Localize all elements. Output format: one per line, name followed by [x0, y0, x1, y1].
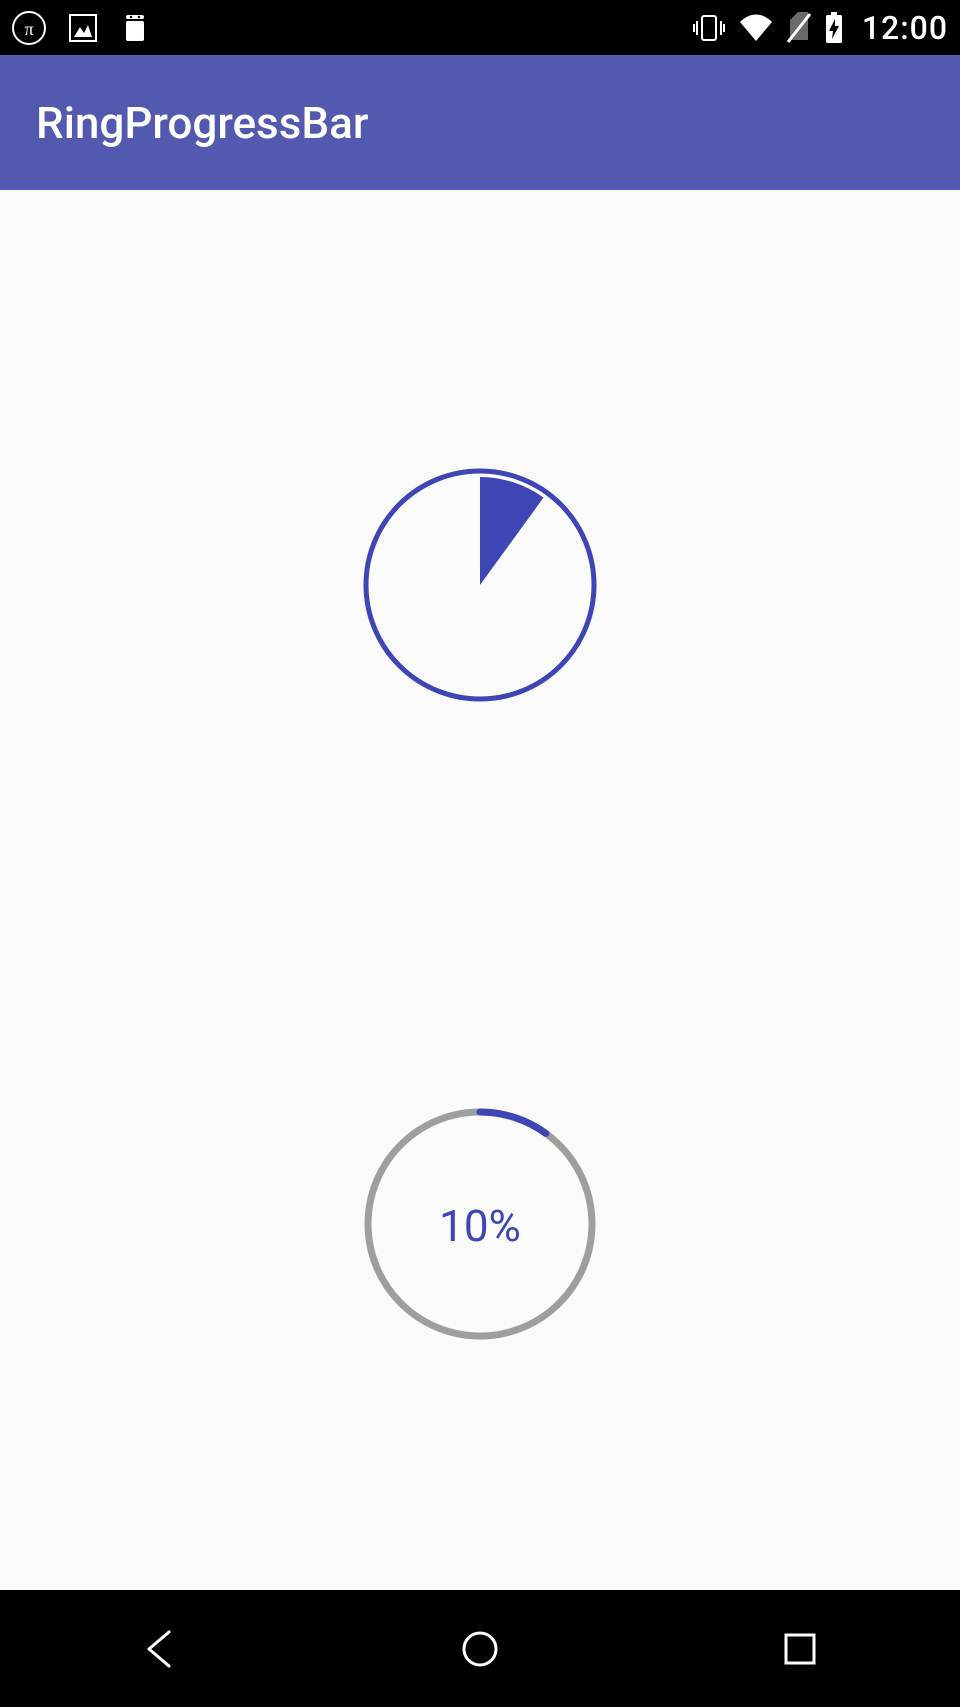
ring-progress-label: 10% — [439, 1200, 521, 1252]
pi-icon: π — [12, 11, 46, 45]
pie-progress-svg — [363, 468, 597, 702]
ring-progress-circle: 10% — [363, 1107, 597, 1345]
app-title: RingProgressBar — [36, 97, 368, 149]
android-icon — [120, 11, 150, 45]
recent-icon — [775, 1624, 825, 1674]
ring-progress-pie — [363, 468, 597, 706]
status-bar-left: π — [12, 11, 150, 45]
no-sim-icon — [786, 12, 812, 44]
nav-home-button[interactable] — [390, 1590, 570, 1707]
status-time: 12:00 — [862, 9, 948, 47]
nav-recent-button[interactable] — [710, 1590, 890, 1707]
nav-back-button[interactable] — [70, 1590, 250, 1707]
wifi-icon — [738, 13, 774, 43]
gallery-icon — [68, 13, 98, 43]
vibrate-icon — [692, 13, 726, 43]
home-icon — [455, 1624, 505, 1674]
back-icon — [135, 1624, 185, 1674]
status-bar-right: 12:00 — [692, 9, 948, 47]
battery-charging-icon — [824, 11, 844, 45]
navigation-bar — [0, 1590, 960, 1707]
content-area: 10% — [0, 190, 960, 1590]
app-bar: RingProgressBar — [0, 55, 960, 190]
status-bar: π 12:00 — [0, 0, 960, 55]
svg-text:π: π — [24, 19, 33, 39]
